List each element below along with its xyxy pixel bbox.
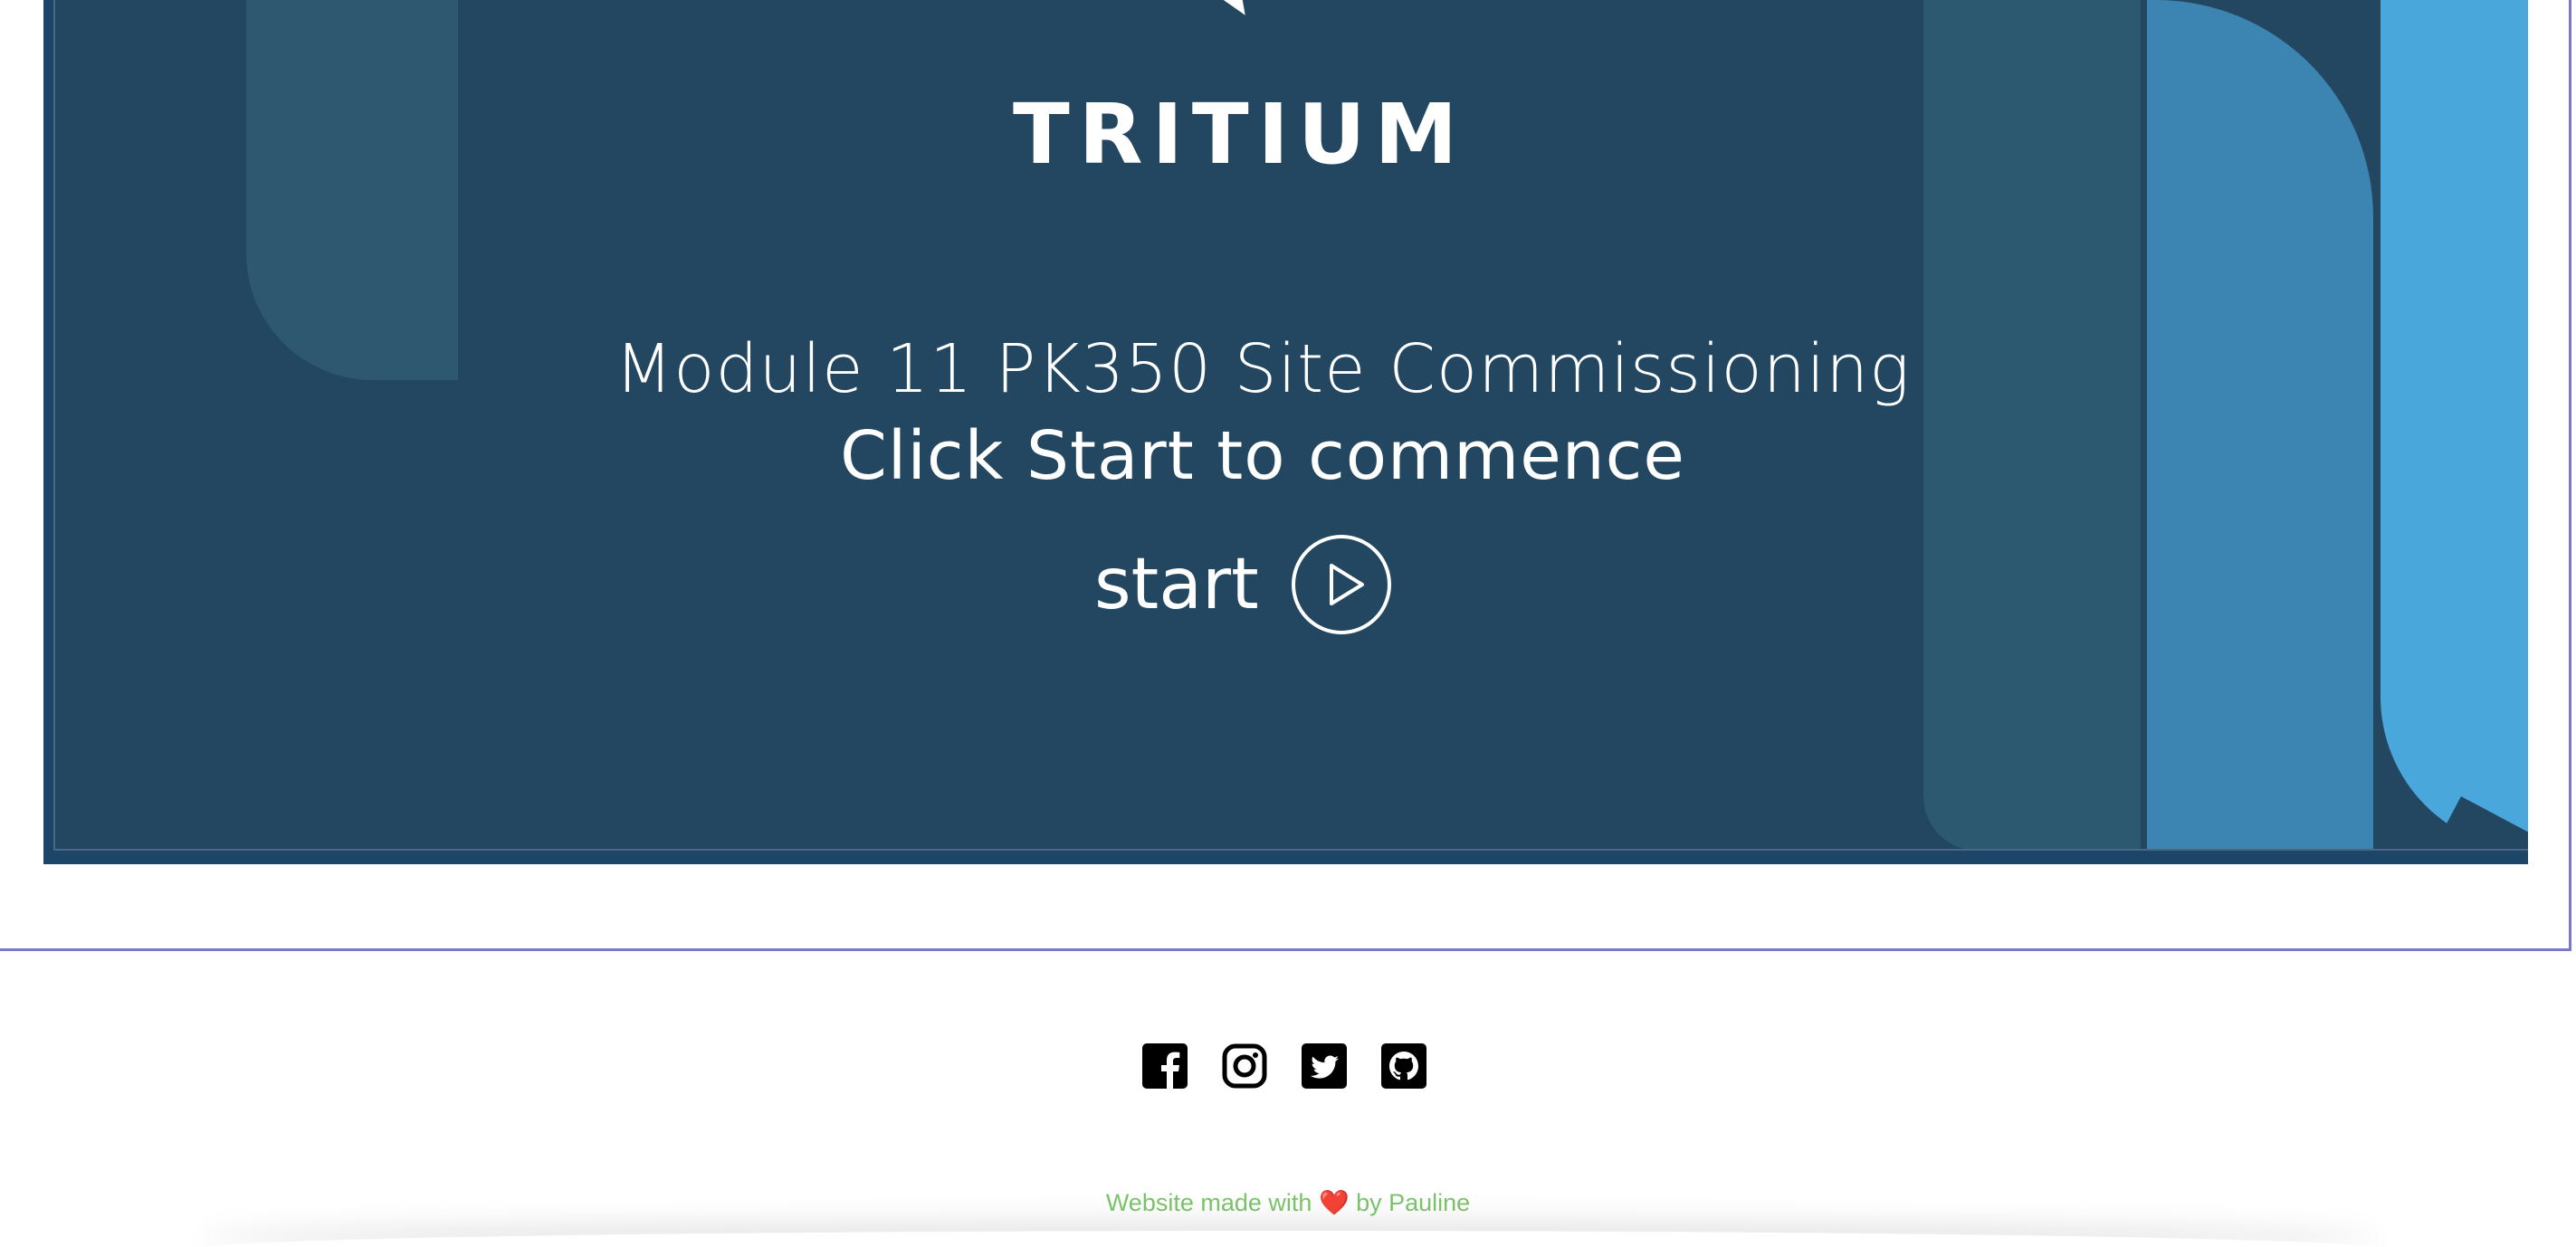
footer-shadow — [199, 1231, 2380, 1247]
module-player[interactable]: TRITIUM Module 11 PK350 Site Commissioni… — [43, 0, 2528, 864]
module-title: Module 11 PK350 Site Commissioning — [615, 330, 1911, 408]
brand-logo: TRITIUM — [1013, 86, 1467, 183]
credit-prefix: Website made with — [1105, 1189, 1312, 1216]
decorative-shape-left — [246, 0, 458, 380]
play-icon[interactable] — [1290, 533, 1393, 636]
page: TRITIUM Module 11 PK350 Site Commissioni… — [0, 0, 2576, 1247]
instagram-icon[interactable] — [1222, 1043, 1267, 1089]
title-slide: TRITIUM Module 11 PK350 Site Commissioni… — [53, 0, 2528, 851]
facebook-icon[interactable] — [1142, 1043, 1188, 1089]
logo-mark-icon — [1209, 0, 1245, 21]
heart-icon: ❤️ — [1318, 1189, 1350, 1216]
module-instructions: Click Start to commence — [840, 417, 1685, 495]
decorative-band-mid — [2147, 0, 2373, 851]
credit-suffix: by Pauline — [1356, 1189, 1471, 1216]
start-label: start — [1094, 544, 1259, 625]
github-icon[interactable] — [1381, 1043, 1426, 1089]
footer-credit: Website made with ❤️ by Pauline — [0, 1188, 2576, 1217]
decorative-band-light — [2380, 0, 2528, 851]
twitter-icon[interactable] — [1302, 1043, 1347, 1089]
social-links — [1142, 1043, 1426, 1089]
start-button[interactable]: start — [1094, 532, 1393, 637]
